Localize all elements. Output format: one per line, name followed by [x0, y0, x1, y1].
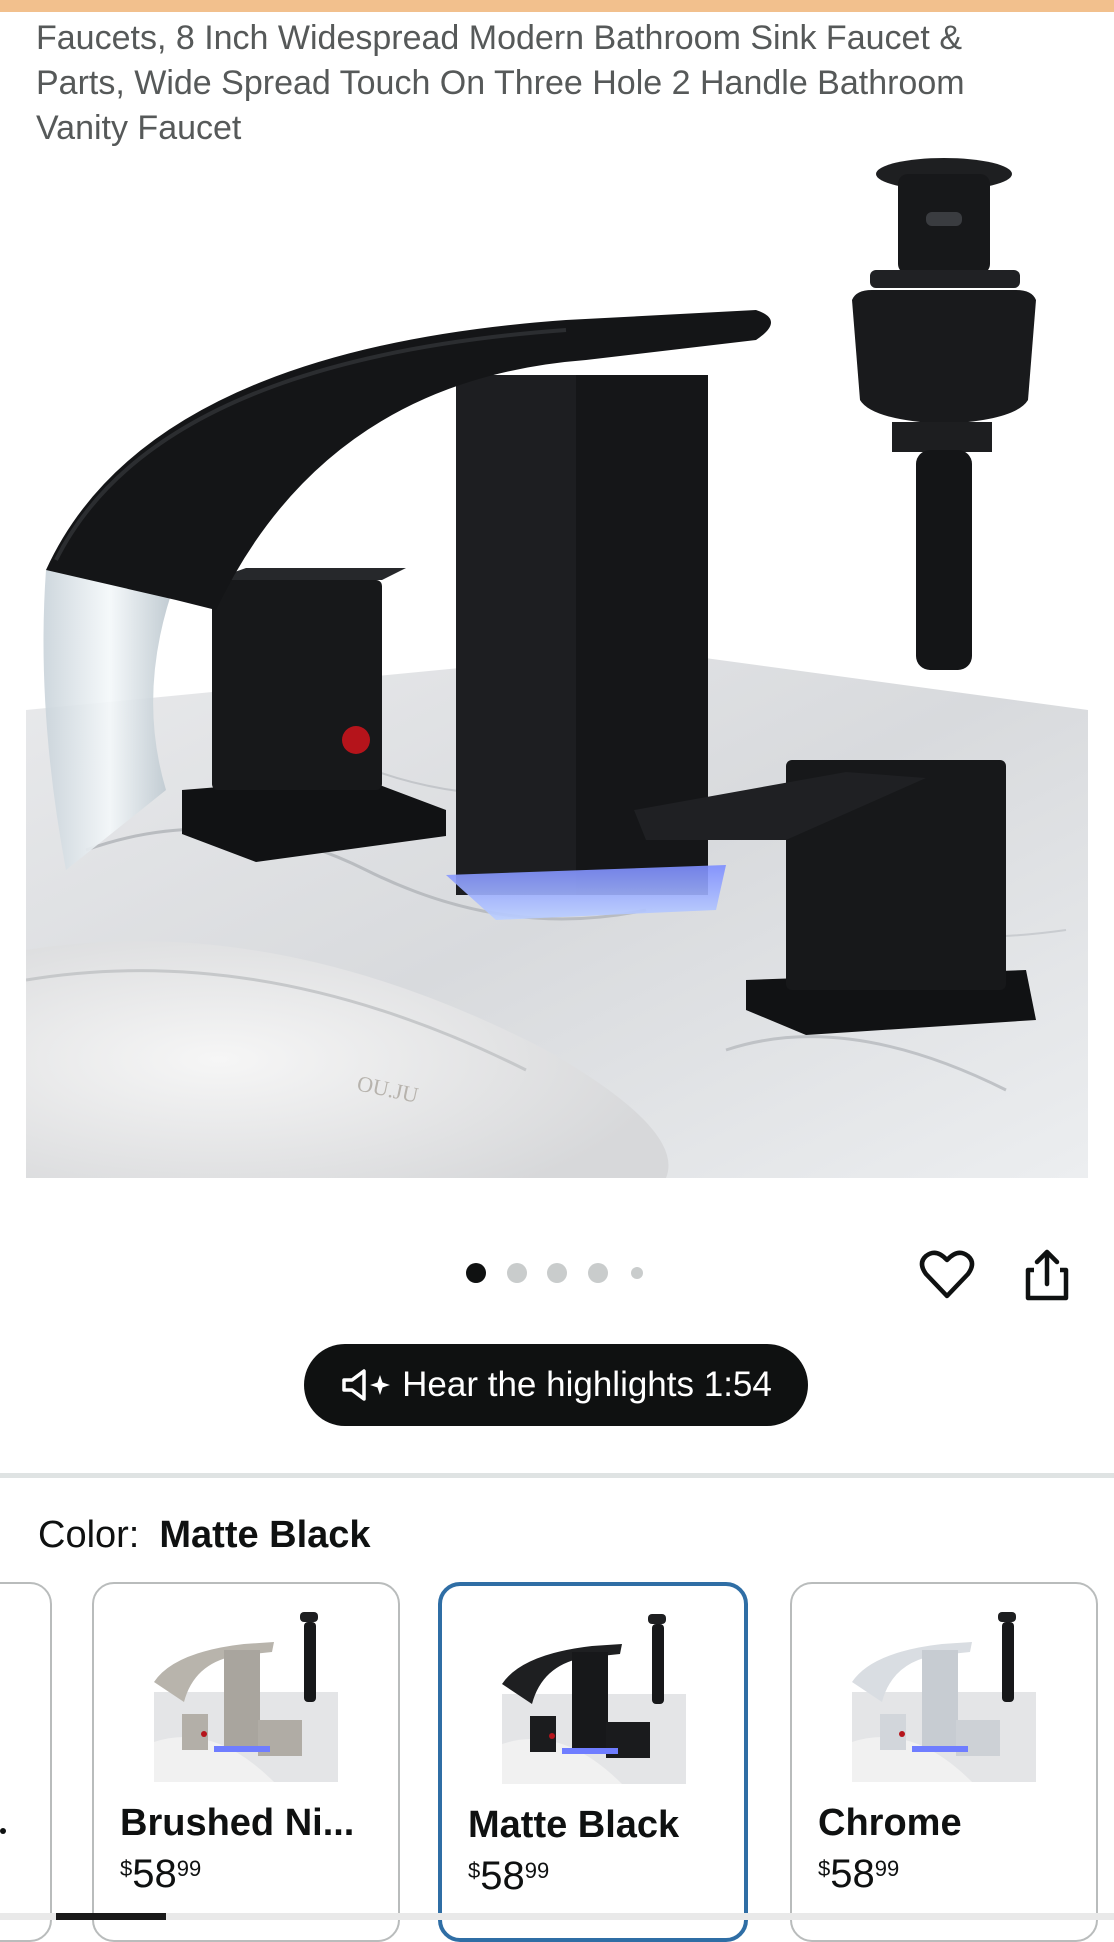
carousel-dot[interactable]: [547, 1263, 567, 1283]
matte-black-thumbnail: [502, 1614, 686, 1784]
share-button[interactable]: [1018, 1246, 1076, 1304]
color-option-name: Matte Black: [468, 1804, 680, 1846]
carousel-dot[interactable]: [631, 1267, 643, 1279]
speaker-sparkle-icon: [340, 1368, 392, 1402]
product-title: Faucets, 8 Inch Widespread Modern Bathro…: [36, 19, 965, 147]
carousel-dot[interactable]: [466, 1263, 486, 1283]
bottom-scroll-thumb: [56, 1913, 166, 1920]
section-divider: [0, 1473, 1114, 1478]
bottom-scroll-track: [0, 1913, 1114, 1920]
product-hero-image[interactable]: OU.JU: [26, 150, 1088, 1178]
color-option-price: $5899: [468, 1854, 550, 1898]
color-option-partial[interactable]: [0, 1582, 52, 1942]
carousel-dot[interactable]: [588, 1263, 608, 1283]
share-icon: [1025, 1249, 1069, 1301]
color-option-price: $5899: [120, 1852, 202, 1896]
wishlist-button[interactable]: [918, 1246, 976, 1304]
color-label: Color:: [38, 1514, 140, 1556]
color-option-name: Brushed Ni...: [120, 1802, 355, 1844]
color-option-price: $5899: [818, 1852, 900, 1896]
color-option-matte-black[interactable]: Matte Black $5899: [438, 1582, 748, 1942]
color-option-name: Chrome: [818, 1802, 962, 1844]
top-accent-bar: [0, 0, 1114, 12]
hear-highlights-label: Hear the highlights 1:54: [402, 1365, 772, 1404]
carousel-dot[interactable]: [507, 1263, 527, 1283]
ellipsis-fragment: [0, 1828, 6, 1834]
selected-color-value: Matte Black: [159, 1514, 371, 1556]
chrome-thumbnail: [852, 1612, 1036, 1782]
color-option-brushed-nickel[interactable]: Brushed Ni... $5899: [92, 1582, 400, 1942]
heart-icon: [919, 1250, 975, 1299]
color-selector-header: Color: Matte Black: [38, 1512, 371, 1558]
hear-highlights-button[interactable]: Hear the highlights 1:54: [304, 1344, 808, 1426]
color-option-chrome[interactable]: Chrome $5899: [790, 1582, 1098, 1942]
brushed-nickel-thumbnail: [154, 1612, 338, 1782]
